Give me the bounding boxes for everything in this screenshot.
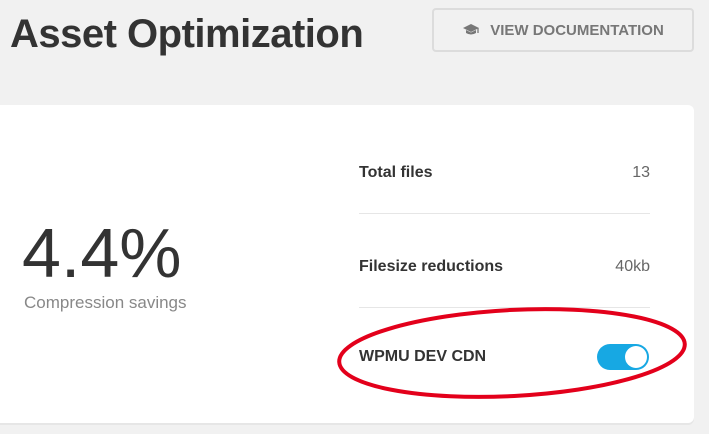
view-documentation-label: VIEW DOCUMENTATION (490, 21, 664, 39)
view-documentation-button[interactable]: VIEW DOCUMENTATION (432, 8, 694, 52)
compression-label: Compression savings (24, 293, 187, 312)
page-title: Asset Optimization (10, 12, 364, 56)
filesize-reductions-label: Filesize reductions (359, 258, 504, 275)
cdn-toggle[interactable] (597, 344, 649, 370)
cdn-label: WPMU DEV CDN (359, 348, 487, 365)
stat-row-filesize-reductions: Filesize reductions 40kb (359, 227, 650, 308)
toggle-knob (625, 346, 647, 368)
stat-row-total-files: Total files 13 (359, 133, 650, 214)
total-files-value: 13 (632, 164, 650, 181)
stat-row-cdn: WPMU DEV CDN (359, 317, 650, 397)
filesize-reductions-value: 40kb (615, 258, 650, 275)
compression-value: 4.4% (22, 214, 182, 292)
total-files-label: Total files (359, 164, 433, 181)
graduation-cap-icon (462, 23, 480, 37)
summary-card: 4.4% Compression savings Total files 13 … (0, 105, 694, 423)
